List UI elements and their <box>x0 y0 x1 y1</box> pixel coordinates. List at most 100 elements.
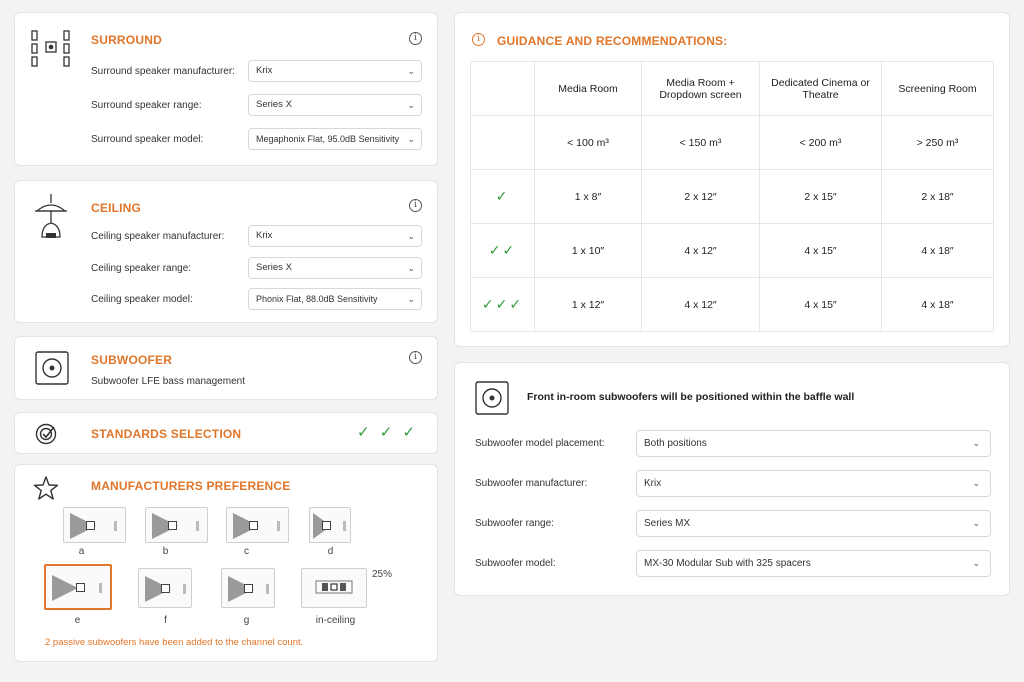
chevron-down-icon: ⌄ <box>407 134 415 144</box>
chevron-down-icon: ⌄ <box>407 231 415 241</box>
surround-range-label: Surround speaker range: <box>91 100 202 111</box>
table-cell: < 100 m³ <box>534 115 642 170</box>
option-in-ceiling-thumbnail[interactable] <box>301 568 367 608</box>
surround-title: SURROUND <box>91 33 162 47</box>
star-icon <box>33 475 59 504</box>
table-header: Media Room + Dropdown screen <box>641 61 760 116</box>
option-f-thumbnail[interactable] <box>138 568 192 608</box>
ceiling-title: CEILING <box>91 201 142 215</box>
sub-manufacturer-select[interactable]: Krix ⌄ <box>636 470 991 497</box>
table-row: ✓✓✓ 1 x 12″ 4 x 12″ 4 x 15″ 4 x 18″ <box>470 277 994 332</box>
table-cell: 2 x 15″ <box>759 169 882 224</box>
table-cell: < 150 m³ <box>641 115 760 170</box>
ceiling-model-select[interactable]: Phonix Flat, 88.0dB Sensitivity ⌄ <box>248 288 422 310</box>
front-subwoofer-card: Front in-room subwoofers will be positio… <box>454 362 1010 596</box>
option-g-thumbnail[interactable] <box>221 568 275 608</box>
table-cell: 4 x 15″ <box>759 223 882 278</box>
table-cell: ✓✓✓ <box>470 277 535 332</box>
chevron-down-icon: ⌄ <box>972 518 980 528</box>
subwoofer-lfe-text: Subwoofer LFE bass management <box>91 376 245 387</box>
surround-range-select[interactable]: Series X ⌄ <box>248 94 422 116</box>
chevron-down-icon: ⌄ <box>407 294 415 304</box>
surround-model-value: Megaphonix Flat, 95.0dB Sensitivity <box>256 134 400 144</box>
ceiling-model-label: Ceiling speaker model: <box>91 294 193 305</box>
sub-manufacturer-value: Krix <box>644 478 662 489</box>
surround-manufacturer-select[interactable]: Krix ⌄ <box>248 60 422 82</box>
placement-value: Both positions <box>644 438 707 449</box>
option-c-thumbnail[interactable] <box>226 507 289 543</box>
table-cell <box>470 115 535 170</box>
placement-select[interactable]: Both positions ⌄ <box>636 430 991 457</box>
option-in-ceiling-label: in-ceiling <box>315 615 356 626</box>
placement-label: Subwoofer model placement: <box>475 438 605 449</box>
option-b-label: b <box>162 546 169 557</box>
guidance-table: Media Room Media Room + Dropdown screen … <box>470 61 994 332</box>
subwoofer-icon <box>35 351 69 388</box>
standards-checks: ✓ ✓ ✓ <box>357 424 419 441</box>
front-subwoofer-heading: Front in-room subwoofers will be positio… <box>527 391 855 403</box>
chevron-down-icon: ⌄ <box>972 438 980 448</box>
option-e-thumbnail[interactable] <box>44 564 112 610</box>
passive-subwoofers-note: 2 passive subwoofers have been added to … <box>45 637 304 648</box>
table-cell: 4 x 18″ <box>881 277 994 332</box>
table-cell: 1 x 8″ <box>534 169 642 224</box>
ceiling-range-value: Series X <box>256 262 292 273</box>
manufacturers-card: MANUFACTURERS PREFERENCE a b c d e f g i… <box>14 464 438 662</box>
table-cell: ✓ <box>470 169 535 224</box>
sub-manufacturer-label: Subwoofer manufacturer: <box>475 478 588 489</box>
table-cell: 4 x 15″ <box>759 277 882 332</box>
table-cell: 4 x 12″ <box>641 223 760 278</box>
ceiling-range-label: Ceiling speaker range: <box>91 263 192 274</box>
sub-range-label: Subwoofer range: <box>475 518 554 529</box>
manufacturers-title: MANUFACTURERS PREFERENCE <box>91 479 291 493</box>
table-cell: > 250 m³ <box>881 115 994 170</box>
table-header: Dedicated Cinema or Theatre <box>759 61 882 116</box>
surround-model-select[interactable]: Megaphonix Flat, 95.0dB Sensitivity ⌄ <box>248 128 422 150</box>
table-row: ✓ 1 x 8″ 2 x 12″ 2 x 15″ 2 x 18″ <box>470 169 994 224</box>
option-b-thumbnail[interactable] <box>145 507 208 543</box>
in-ceiling-percent: 25% <box>372 569 393 580</box>
table-cell: 1 x 12″ <box>534 277 642 332</box>
ceiling-card: CEILING i Ceiling speaker manufacturer: … <box>14 180 438 323</box>
option-d-label: d <box>327 546 334 557</box>
target-check-icon <box>35 423 57 448</box>
table-header: Media Room <box>534 61 642 116</box>
option-e-label: e <box>74 615 81 626</box>
subwoofer-icon <box>475 381 509 418</box>
ceiling-manufacturer-select[interactable]: Krix ⌄ <box>248 225 422 247</box>
subwoofer-info-icon[interactable]: i <box>409 351 422 364</box>
surround-manufacturer-value: Krix <box>256 65 273 76</box>
ceiling-speaker-icon <box>33 193 69 244</box>
sub-range-value: Series MX <box>644 518 691 529</box>
table-header-row: Media Room Media Room + Dropdown screen … <box>470 61 994 116</box>
table-cell: 4 x 18″ <box>881 223 994 278</box>
table-cell: 4 x 12″ <box>641 277 760 332</box>
table-cell: 1 x 10″ <box>534 223 642 278</box>
option-g-label: g <box>243 615 250 626</box>
ceiling-range-select[interactable]: Series X ⌄ <box>248 257 422 279</box>
surround-speakers-icon <box>31 29 71 72</box>
option-c-label: c <box>244 546 249 557</box>
surround-range-value: Series X <box>256 99 292 110</box>
ceiling-info-icon[interactable]: i <box>409 199 422 212</box>
chevron-down-icon: ⌄ <box>972 478 980 488</box>
table-header: Screening Room <box>881 61 994 116</box>
table-cell: 2 x 18″ <box>881 169 994 224</box>
chevron-down-icon: ⌄ <box>407 263 415 273</box>
option-a-thumbnail[interactable] <box>63 507 126 543</box>
ceiling-manufacturer-value: Krix <box>256 230 273 241</box>
table-cell: 2 x 12″ <box>641 169 760 224</box>
standards-title: STANDARDS SELECTION <box>91 427 242 441</box>
sub-range-select[interactable]: Series MX ⌄ <box>636 510 991 537</box>
sub-model-select[interactable]: MX-30 Modular Sub with 325 spacers ⌄ <box>636 550 991 577</box>
standards-card[interactable]: STANDARDS SELECTION ✓ ✓ ✓ <box>14 412 438 454</box>
ceiling-model-value: Phonix Flat, 88.0dB Sensitivity <box>256 294 378 304</box>
guidance-info-icon[interactable]: i <box>472 33 485 46</box>
option-d-thumbnail[interactable] <box>309 507 351 543</box>
surround-info-icon[interactable]: i <box>409 32 422 45</box>
surround-manufacturer-label: Surround speaker manufacturer: <box>91 66 235 77</box>
chevron-down-icon: ⌄ <box>407 66 415 76</box>
subwoofer-card: SUBWOOFER i Subwoofer LFE bass managemen… <box>14 336 438 400</box>
guidance-title: GUIDANCE AND RECOMMENDATIONS: <box>497 34 728 48</box>
option-f-label: f <box>164 615 167 626</box>
